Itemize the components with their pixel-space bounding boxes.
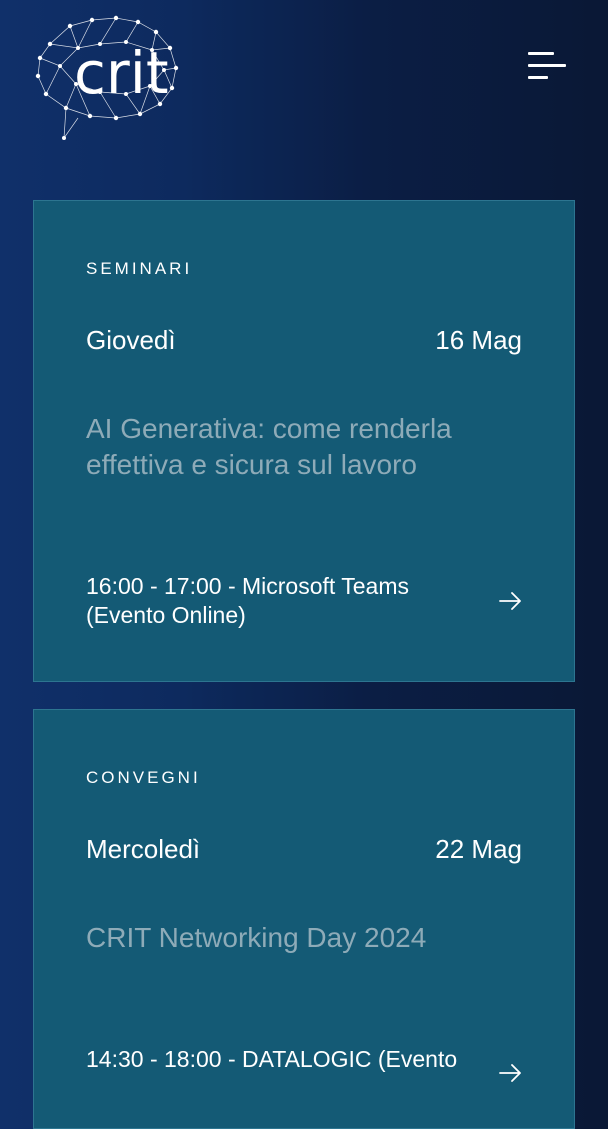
- event-category: CONVEGNI: [86, 768, 201, 787]
- site-header: crit: [0, 0, 608, 160]
- menu-button[interactable]: [524, 46, 570, 86]
- event-category: SEMINARI: [86, 259, 193, 278]
- logo-wordmark: crit: [74, 39, 169, 107]
- event-card[interactable]: CONVEGNI Mercoledì 22 Mag CRIT Networkin…: [33, 709, 575, 1129]
- event-card[interactable]: SEMINARI Giovedì 16 Mag AI Generativa: c…: [33, 200, 575, 682]
- hamburger-menu-bar: [528, 64, 566, 67]
- event-time-location: 14:30 - 18:00 - DATALOGIC (Evento: [86, 1046, 458, 1072]
- event-title[interactable]: CRIT Networking Day 2024: [86, 920, 516, 956]
- event-title[interactable]: AI Generativa: come renderla effettiva e…: [86, 411, 516, 483]
- event-time-location: 16:00 - 17:00 - Microsoft Teams (Evento …: [86, 573, 409, 628]
- event-day: Giovedì: [86, 325, 176, 355]
- arrow-right-icon[interactable]: [498, 590, 524, 612]
- hamburger-menu-icon: [528, 52, 554, 55]
- event-date: 22 Mag: [435, 834, 522, 864]
- hamburger-menu-bar: [528, 76, 548, 79]
- event-day: Mercoledì: [86, 834, 201, 864]
- event-date: 16 Mag: [435, 325, 522, 355]
- crit-logo[interactable]: crit: [30, 14, 180, 142]
